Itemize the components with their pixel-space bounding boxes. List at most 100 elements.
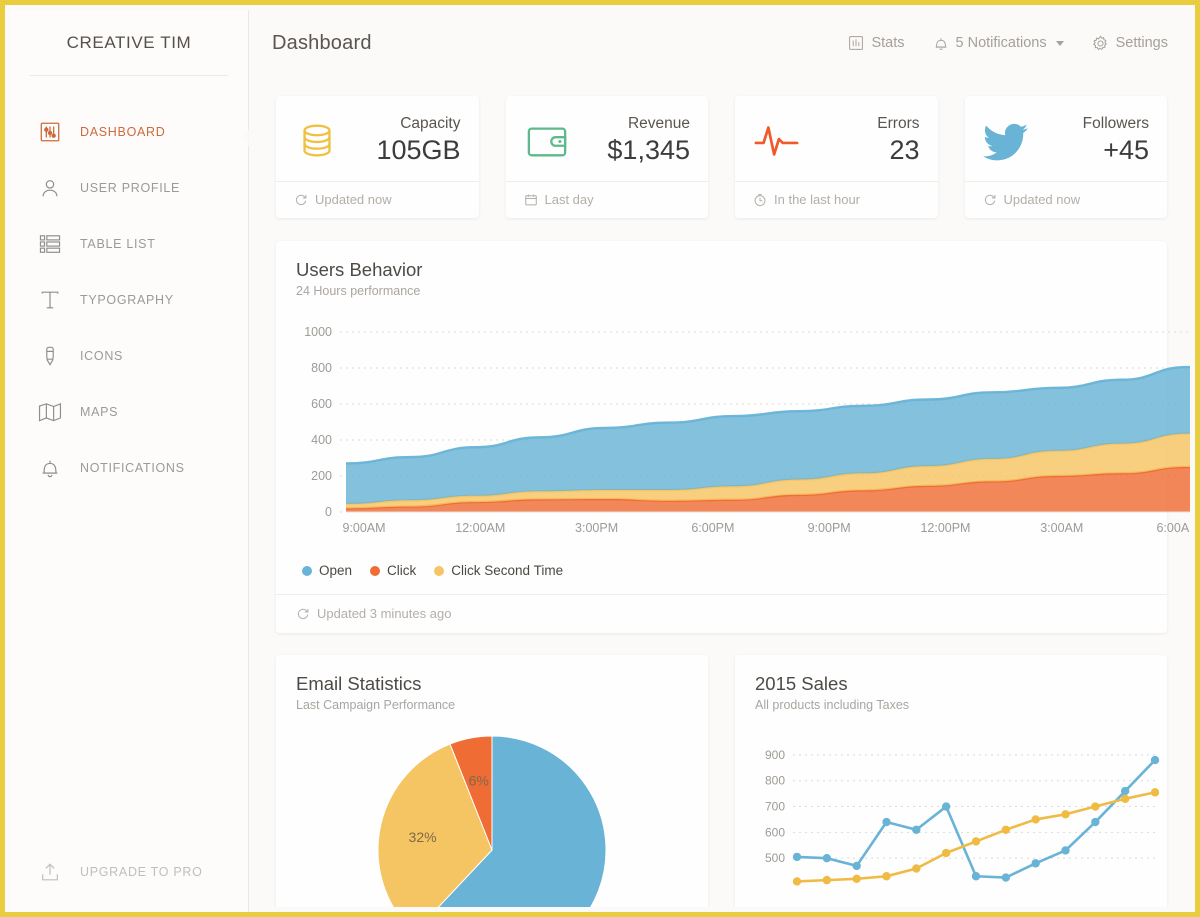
stat-values: Revenue $1,345 (607, 114, 690, 167)
sidebar-item-dashboard[interactable]: DASHBOARD (10, 104, 248, 160)
stat-footer-text: In the last hour (774, 192, 860, 207)
email-statistics-card: Email Statistics Last Campaign Performan… (276, 655, 708, 907)
settings-label: Settings (1115, 35, 1168, 51)
stats-label: Stats (871, 35, 905, 51)
upload-icon (35, 857, 65, 887)
svg-text:6:00PM: 6:00PM (691, 521, 734, 535)
brand-text: CREATIVE TIM (66, 32, 192, 52)
area-chart-svg: 0 200 400 600 800 1000 9:00AM 12:00AM 3:00PM 6:00… (304, 325, 1190, 535)
sidebar-item-maps[interactable]: MAPS (10, 384, 248, 440)
chart-legend: Open Click Click Second Time (296, 549, 1147, 594)
stat-values: Followers +45 (1083, 114, 1149, 167)
chevron-down-icon[interactable] (1055, 40, 1064, 46)
main-content: Capacity 105GB Updated now Revenue $1,34… (249, 76, 1190, 907)
svg-text:400: 400 (311, 433, 332, 447)
svg-text:800: 800 (311, 361, 332, 375)
svg-text:9:00PM: 9:00PM (808, 521, 851, 535)
topbar-actions: Stats 5 Notifications Settings (848, 34, 1168, 52)
stat-label: Revenue (627, 115, 690, 132)
stat-footer-text: Updated now (1003, 192, 1081, 207)
users-behavior-chart: 0 200 400 600 800 1000 9:00AM 12:00AM 3:00PM 6:00… (296, 324, 1190, 549)
topbar: Dashboard Stats 5 Notifications Settings (249, 10, 1190, 76)
sidebar-nav: DASHBOARD USER PROFILE TABLE LIST TYPOGR… (10, 104, 248, 496)
svg-text:700: 700 (765, 800, 785, 814)
stat-values: Capacity 105GB (376, 114, 460, 167)
stat-footer: In the last hour (735, 181, 938, 218)
svg-text:900: 900 (765, 748, 785, 762)
legend-label: Click Second Time (451, 563, 564, 578)
sidebar-item-label: DASHBOARD (80, 125, 166, 139)
typography-icon (35, 285, 65, 315)
gear-icon (1092, 34, 1109, 52)
stat-card-revenue: Revenue $1,345 Last day (505, 96, 708, 218)
stat-card-errors: Errors 23 In the last hour (735, 96, 938, 218)
svg-text:200: 200 (311, 469, 332, 483)
dashboard-icon (35, 117, 65, 147)
line-chart-wrap: 500 600 700 800 900 (755, 734, 1160, 899)
twitter-icon (982, 121, 1039, 161)
refresh-icon (294, 193, 308, 207)
stat-card-capacity: Capacity 105GB Updated now (276, 96, 479, 218)
sidebar-item-icons[interactable]: ICONS (10, 328, 248, 384)
legend-dot (370, 565, 381, 576)
stat-footer-text: Last day (544, 192, 594, 207)
stat-footer: Last day (505, 181, 708, 218)
stat-top: Followers +45 (965, 96, 1168, 181)
svg-text:1000: 1000 (304, 325, 332, 339)
svg-text:800: 800 (765, 774, 785, 788)
notifications-button[interactable]: 5 Notifications (933, 35, 1064, 52)
stats-icon (848, 35, 864, 51)
sidebar-item-user-profile[interactable]: USER PROFILE (10, 160, 248, 216)
stat-values: Errors 23 (877, 114, 919, 167)
card-title: 2015 Sales (755, 673, 848, 694)
svg-text:500: 500 (765, 851, 785, 865)
clock-icon (753, 193, 767, 207)
legend-item-open[interactable]: Open (302, 563, 352, 578)
sidebar-item-label: NOTIFICATIONS (80, 461, 185, 475)
card-title: Email Statistics (296, 673, 422, 694)
page-title: Dashboard (272, 31, 372, 54)
sidebar-item-notifications[interactable]: NOTIFICATIONS (10, 440, 248, 496)
card-title: Users Behavior (296, 259, 423, 280)
stat-top: Capacity 105GB (276, 96, 479, 181)
stat-value: +45 (1103, 135, 1149, 165)
card-subtitle: All products including Taxes (755, 698, 910, 712)
upgrade-label: UPGRADE TO PRO (80, 865, 203, 879)
sidebar-item-table-list[interactable]: TABLE LIST (10, 216, 248, 272)
stat-label: Followers (1082, 115, 1149, 132)
notifications-label: 5 Notifications (955, 35, 1047, 51)
legend-dot (302, 565, 312, 576)
svg-text:6%: 6% (469, 773, 489, 789)
stat-footer: Updated now (276, 181, 479, 218)
legend-item-click[interactable]: Click (370, 563, 416, 578)
brand[interactable]: CREATIVE TIM (30, 10, 228, 76)
app-frame: CREATIVE TIM DASHBOARD USER PROFILE TABL… (0, 0, 1200, 917)
legend-item-click-second-time[interactable]: Click Second Time (434, 563, 563, 578)
bottom-cards-row: Email Statistics Last Campaign Performan… (276, 655, 1167, 907)
stat-value: 105GB (376, 135, 461, 165)
bell-icon (933, 35, 949, 52)
stats-button[interactable]: Stats (848, 35, 905, 51)
sidebar-item-typography[interactable]: TYPOGRAPHY (10, 272, 248, 328)
users-behavior-card: Users Behavior 24 Hours performance 0 200… (276, 241, 1190, 633)
pie-chart-svg: 32% 6% (377, 735, 607, 907)
upgrade-to-pro-button[interactable]: UPGRADE TO PRO (10, 857, 203, 887)
refresh-icon (983, 193, 997, 207)
sidebar-item-label: TABLE LIST (80, 237, 156, 251)
sidebar-item-label: TYPOGRAPHY (80, 293, 174, 307)
stat-value: 23 (889, 135, 920, 165)
svg-text:9:00AM: 9:00AM (342, 521, 385, 535)
bell-icon (35, 453, 65, 483)
settings-button[interactable]: Settings (1092, 34, 1168, 52)
card-footer: Updated 3 minutes ago (276, 594, 1167, 633)
svg-text:600: 600 (311, 397, 332, 411)
card-footer-text: Updated 3 minutes ago (317, 606, 452, 621)
line-chart-svg: 500 600 700 800 900 (765, 748, 1160, 886)
stat-label: Capacity (400, 115, 461, 132)
svg-text:12:00PM: 12:00PM (920, 521, 970, 535)
table-icon (35, 229, 65, 259)
svg-text:600: 600 (765, 825, 785, 839)
sidebar-item-label: MAPS (80, 405, 119, 419)
legend-label: Click (387, 563, 417, 578)
pencil-icon (35, 341, 65, 371)
